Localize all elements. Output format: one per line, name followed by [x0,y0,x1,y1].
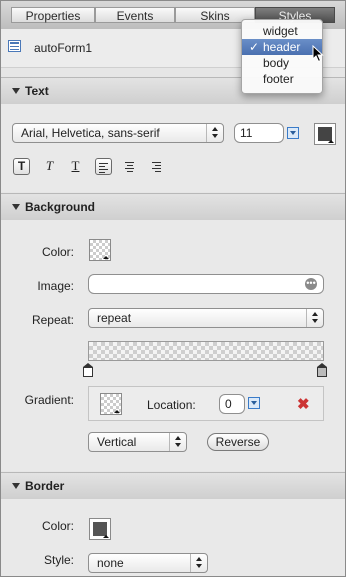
bold-button[interactable]: T [13,158,30,175]
underline-button[interactable]: T [67,158,84,175]
align-line [99,169,108,170]
remove-stop-icon[interactable]: ✖ [297,395,310,413]
location-label: Location: [147,398,196,412]
disclosure-triangle-icon [12,204,20,210]
section-title: Border [25,479,65,493]
swatch-fill [318,127,332,141]
italic-button[interactable]: T [41,158,58,175]
text-color-swatch[interactable] [314,123,336,145]
gradient-orientation-select[interactable]: Vertical [88,432,187,452]
swatch-corner-icon [103,256,109,259]
border-style-label: Style: [43,553,74,567]
swatch-corner-icon [114,410,120,413]
align-line [152,168,161,169]
align-line [155,165,161,166]
gradient-stop-end[interactable] [317,363,327,377]
stop-box [317,367,327,377]
align-right-icon [152,162,161,163]
select-arrows-icon [190,554,207,572]
gradient-stop-start[interactable] [83,363,93,377]
gradient-label: Gradient: [24,393,74,407]
menu-item-header[interactable]: ✓ header [242,39,322,55]
align-line [127,165,133,166]
swatch-corner-icon [103,535,109,538]
browse-icon[interactable]: ••• [305,278,317,290]
bg-image-label: Image: [37,279,74,293]
align-line [127,171,133,172]
style-target-menu: widget ✓ header body footer [241,19,323,94]
bg-repeat-label: Repeat: [31,313,74,327]
font-family-select[interactable]: Arial, Helvetica, sans-serif [12,123,224,143]
align-line [155,171,161,172]
align-line [125,168,134,169]
reverse-button[interactable]: Reverse [207,433,269,451]
align-line [99,172,105,173]
section-title: Background [25,200,96,214]
bg-repeat-value: repeat [97,311,132,325]
tab-events[interactable]: Events [95,7,175,23]
bg-image-input[interactable] [88,274,324,294]
component-name: autoForm1 [34,41,93,55]
align-line [99,166,105,167]
stop-color-swatch[interactable] [100,393,122,415]
bg-repeat-select[interactable]: repeat [88,308,324,328]
menu-item-footer[interactable]: footer [242,71,322,87]
align-center-button[interactable] [122,158,139,175]
font-size-dropdown-button[interactable] [287,127,299,139]
align-center-icon [125,162,134,163]
border-color-label: Color: [41,519,74,533]
align-right-button[interactable] [149,158,166,175]
font-size-input[interactable]: 11 [234,123,284,143]
bg-color-label: Color: [41,245,74,259]
menu-item-body[interactable]: body [242,55,322,71]
location-input[interactable]: 0 [219,394,245,414]
tab-properties[interactable]: Properties [11,7,95,23]
checkmark-icon: ✓ [249,40,260,54]
disclosure-triangle-icon [12,88,20,94]
section-title: Text [25,84,49,98]
menu-item-widget[interactable]: widget [242,23,322,39]
select-arrows-icon [169,433,186,451]
select-arrows-icon [206,124,223,142]
align-left-button[interactable] [95,158,112,175]
align-left-icon [99,163,108,164]
gradient-preview-bar[interactable] [88,341,324,361]
font-family-value: Arial, Helvetica, sans-serif [21,126,160,140]
select-arrows-icon [306,309,323,327]
border-color-swatch[interactable] [89,518,111,540]
swatch-fill [93,522,107,536]
orientation-value: Vertical [97,435,137,449]
border-style-value: none [97,556,124,570]
gradient-stop-panel: Location: 0 ✖ [88,386,324,421]
form-icon [8,40,21,52]
border-style-select[interactable]: none [88,553,208,573]
mouse-cursor-icon [312,45,324,63]
disclosure-triangle-icon [12,483,20,489]
background-section-header[interactable]: Background [1,193,345,221]
bg-color-swatch[interactable] [89,239,111,261]
menu-item-label: header [263,40,301,54]
stop-box [83,367,93,377]
styles-panel: Properties Events Skins Styles autoForm1… [0,0,346,577]
location-dropdown-button[interactable] [248,397,260,409]
border-section-header[interactable]: Border [1,472,345,500]
text-section-body [1,104,345,192]
swatch-corner-icon [328,140,334,143]
